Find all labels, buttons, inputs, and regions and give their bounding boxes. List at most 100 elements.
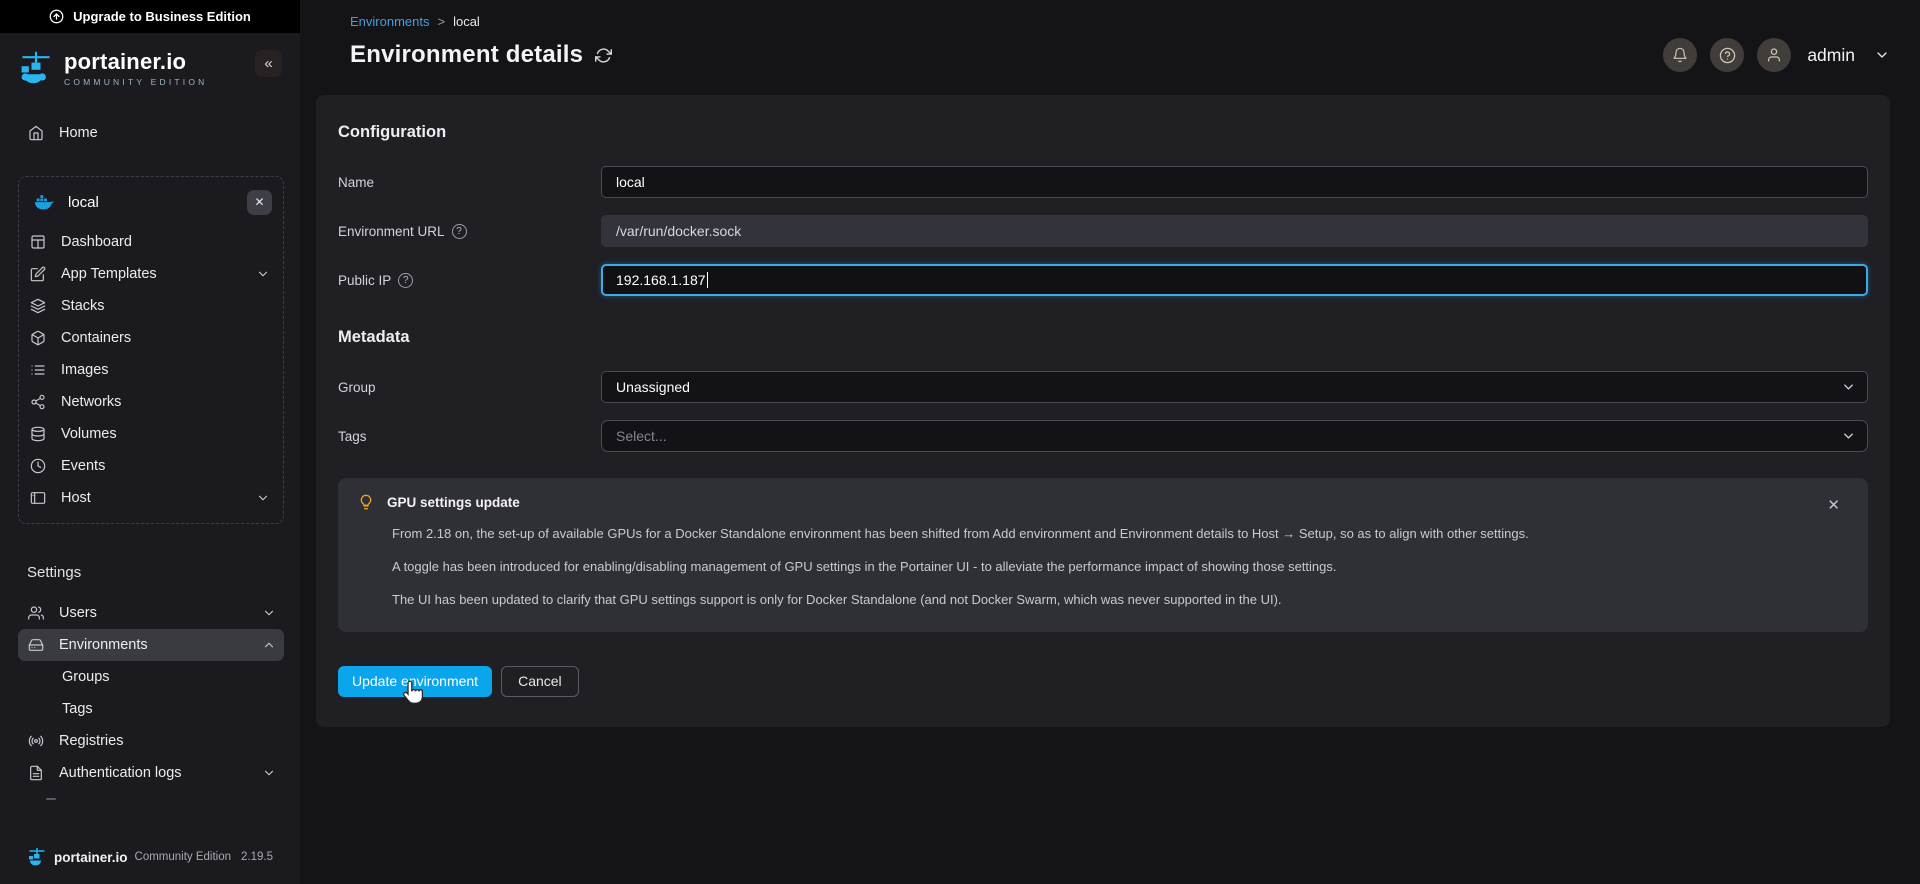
main-content: Environments > local Environment details… (300, 0, 1920, 884)
user-menu-button[interactable] (1757, 38, 1792, 72)
arrow-up-circle-icon (49, 9, 64, 24)
environment-box: local ✕ Dashboard App Templates Stacks C… (18, 176, 284, 524)
configuration-heading: Configuration (338, 123, 447, 141)
sidebar-item-label: Authentication logs (59, 765, 182, 781)
breadcrumb-current: local (453, 14, 480, 29)
environment-url-label: Environment URL ? (338, 223, 601, 239)
notice-paragraph: A toggle has been introduced for enablin… (392, 559, 1337, 575)
sidebar-item-label: Containers (61, 330, 132, 346)
update-environment-button[interactable]: Update environment (338, 665, 493, 697)
environment-close-icon[interactable]: ✕ (247, 189, 272, 215)
radio-icon (28, 735, 44, 747)
sidebar-item-label: Volumes (61, 426, 117, 442)
footer-brand: portainer.io (54, 849, 128, 865)
chevron-down-icon (264, 770, 274, 776)
file-text-icon (30, 765, 42, 781)
sidebar-item-label: Networks (61, 394, 122, 410)
metadata-heading: Metadata (338, 328, 410, 346)
tags-select[interactable]: Select... (601, 420, 1868, 452)
help-icon[interactable]: ? (451, 223, 467, 239)
home-icon (29, 125, 43, 141)
help-button[interactable] (1710, 38, 1745, 72)
sidebar-item-volumes[interactable]: Volumes (24, 418, 278, 450)
name-input[interactable] (601, 166, 1868, 198)
help-icon[interactable]: ? (398, 272, 414, 288)
layers-icon (30, 298, 46, 314)
public-ip-row: Public IP ? 192.168.1.187 (338, 264, 1868, 296)
name-row: Name (338, 166, 1868, 198)
chevron-up-icon (264, 642, 274, 648)
chevron-down-icon (1844, 433, 1853, 439)
tags-label: Tags (338, 428, 367, 444)
breadcrumb-environments-link[interactable]: Environments (350, 14, 429, 29)
edit-icon (30, 266, 46, 282)
environment-name: local (68, 193, 99, 211)
public-ip-input[interactable]: 192.168.1.187 (601, 264, 1868, 296)
sidebar-item-home[interactable]: Home (18, 117, 284, 149)
footer-version: 2.19.5 (241, 851, 274, 863)
sidebar-item-users[interactable]: Users (18, 597, 284, 629)
close-icon[interactable]: ✕ (1827, 496, 1840, 514)
sidebar-item-registries[interactable]: Registries (18, 725, 284, 757)
sidebar-item-events[interactable]: Events (24, 450, 278, 482)
name-label: Name (338, 174, 375, 190)
sidebar-item-host[interactable]: Host (24, 482, 278, 514)
database-icon (31, 426, 45, 442)
sidebar-item-containers[interactable]: Containers (24, 322, 278, 354)
settings-section: Settings Users Environments Groups Tags … (0, 564, 300, 800)
upgrade-banner-label: Upgrade to Business Edition (73, 9, 251, 24)
environment-url-input[interactable] (601, 215, 1868, 247)
sidebar-item-stacks[interactable]: Stacks (24, 290, 278, 322)
form-actions: Update environment Cancel (338, 665, 1868, 704)
notifications-button[interactable] (1663, 38, 1698, 72)
cancel-button[interactable]: Cancel (501, 665, 579, 697)
bell-icon (1673, 47, 1687, 63)
sidebar-item-label: Environments (59, 637, 148, 653)
brand-edition: COMMUNITY EDITION (64, 77, 208, 87)
sidebar-item-tags[interactable]: Tags (18, 693, 284, 725)
breadcrumb: Environments > local (350, 14, 1890, 29)
group-label: Group (338, 379, 376, 395)
group-row: Group Unassigned (338, 371, 1868, 403)
text-caret (706, 272, 709, 288)
environment-header[interactable]: local ✕ (24, 184, 278, 220)
sidebar: Upgrade to Business Edition portainer.io… (0, 0, 300, 884)
sidebar-item-images[interactable]: Images (24, 354, 278, 386)
sidebar-item-label: Events (61, 458, 106, 474)
sidebar-item-networks[interactable]: Networks (24, 386, 278, 418)
sidebar-item-groups[interactable]: Groups (18, 661, 284, 693)
notice-paragraph: The UI has been updated to clarify that … (392, 592, 1282, 608)
sidebar-collapse-button[interactable]: « (255, 50, 282, 77)
sidebar-item-authentication-logs[interactable]: Authentication logs (18, 757, 284, 789)
sidebar-item-label: Groups (62, 669, 110, 685)
refresh-icon[interactable] (595, 47, 613, 64)
sidebar-item-label: Home (59, 125, 98, 141)
sidebar-item-label: Registries (59, 733, 124, 749)
sidebar-item-label: Tags (62, 701, 93, 717)
users-icon (28, 606, 44, 620)
hard-drive-icon (28, 639, 44, 651)
upgrade-banner[interactable]: Upgrade to Business Edition (0, 0, 300, 33)
list-icon (31, 365, 45, 375)
sidebar-item-label: App Templates (61, 266, 157, 282)
chevron-down-icon (258, 495, 268, 501)
sidebar-item-label: Stacks (61, 298, 105, 314)
divider (46, 798, 56, 800)
environment-url-row: Environment URL ? (338, 215, 1868, 247)
lightbulb-icon (360, 494, 372, 510)
clock-icon (30, 458, 46, 474)
sidebar-item-app-templates[interactable]: App Templates (24, 258, 278, 290)
notice-title: GPU settings update (387, 494, 520, 510)
user-name: admin (1807, 44, 1855, 65)
docker-whale-icon (34, 195, 54, 210)
help-circle-icon (1719, 47, 1736, 63)
sidebar-item-dashboard[interactable]: Dashboard (24, 226, 278, 258)
sidebar-nav: Home (0, 117, 300, 149)
notice-paragraph: From 2.18 on, the set-up of available GP… (392, 526, 1529, 541)
chevron-down-icon[interactable] (1874, 47, 1890, 63)
group-select[interactable]: Unassigned (601, 371, 1868, 403)
sidebar-item-environments[interactable]: Environments (18, 629, 284, 661)
user-icon (1768, 48, 1781, 62)
footer-edition: Community Edition (134, 851, 232, 863)
sidebar-item-label: Users (59, 605, 97, 621)
